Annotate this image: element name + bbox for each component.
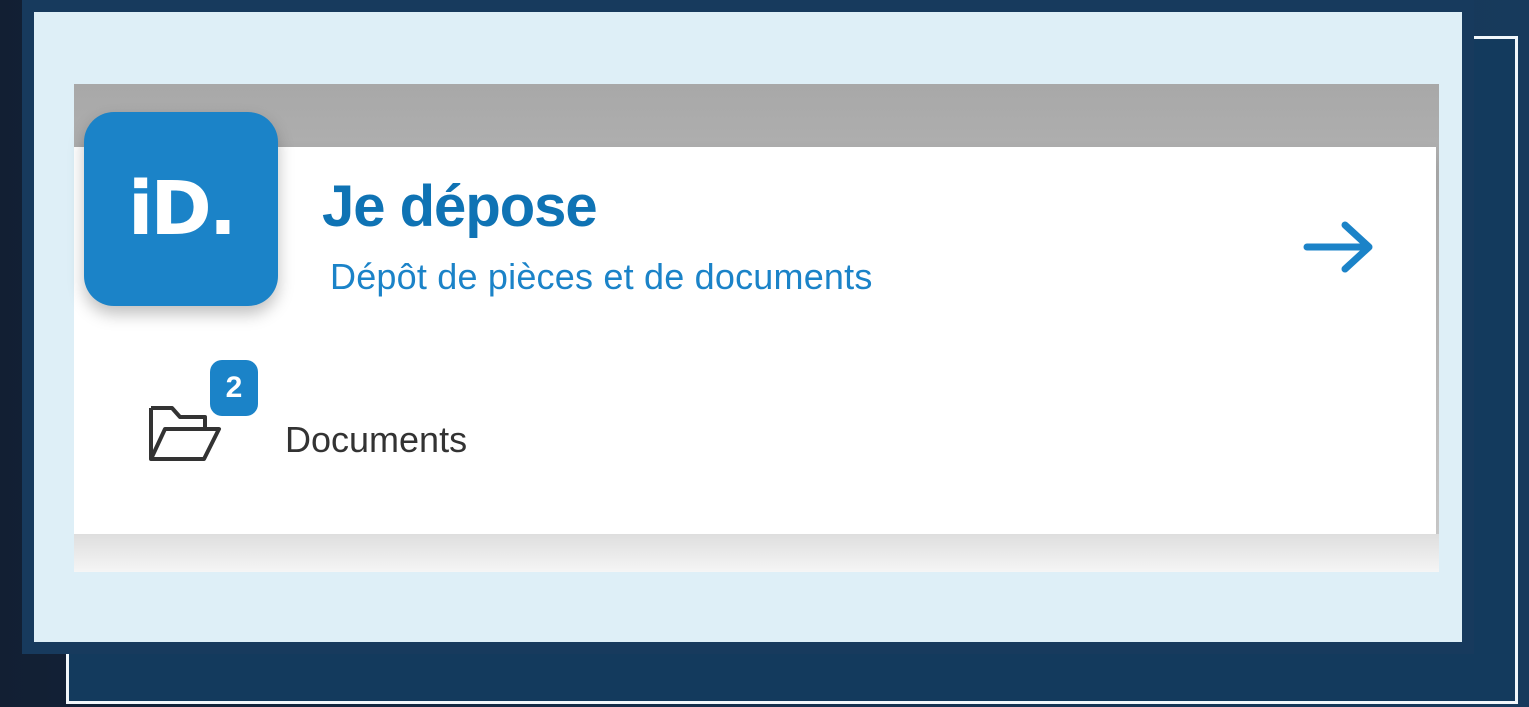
- documents-link[interactable]: 2 Documents: [130, 360, 550, 480]
- open-service-button[interactable]: [1295, 212, 1383, 282]
- app-screenshot: [74, 84, 1439, 572]
- arrow-right-icon: [1303, 221, 1373, 273]
- card-shadow-fade: [74, 534, 1439, 572]
- document-count-badge: 2: [210, 360, 258, 416]
- card-subtitle: Dépôt de pièces et de documents: [330, 256, 873, 297]
- documents-label: Documents: [285, 419, 468, 460]
- id-logo: iD.: [84, 112, 278, 306]
- card-title: Je dépose: [322, 174, 598, 239]
